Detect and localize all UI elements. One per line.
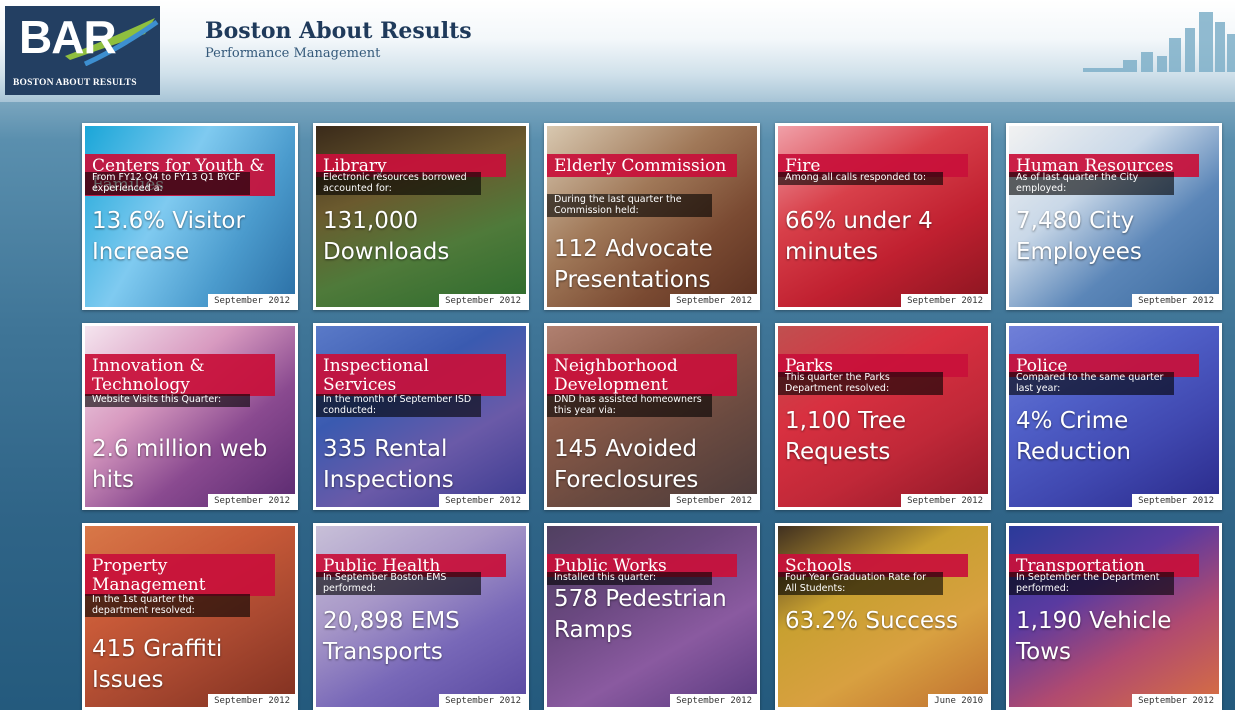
- tile-property-management[interactable]: Property Management In the 1st quarter t…: [82, 523, 298, 710]
- tile-description: In the month of September ISD conducted:: [316, 394, 481, 417]
- skyline-graphic: [1083, 12, 1235, 72]
- tile-date: September 2012: [670, 694, 757, 707]
- tile-police[interactable]: Police Compared to the same quarter last…: [1006, 323, 1222, 510]
- tile-value: 20,898 EMS Transports: [323, 608, 460, 665]
- tile-date: September 2012: [1132, 694, 1219, 707]
- department-tile-grid: Centers for Youth & Families From FY12 Q…: [82, 123, 1222, 710]
- tile-description: From FY12 Q4 to FY13 Q1 BYCF experienced…: [85, 172, 250, 195]
- tile-description: This quarter the Parks Department resolv…: [778, 372, 943, 395]
- tile-title: Elderly Commission: [547, 154, 737, 177]
- tile-date: September 2012: [901, 494, 988, 507]
- tile-description: Electronic resources borrowed accounted …: [316, 172, 481, 195]
- tile-public-works[interactable]: Public Works Installed this quarter: 578…: [544, 523, 760, 710]
- tile-description: In September Boston EMS performed:: [316, 572, 481, 595]
- tile-title: Neighborhood Development: [547, 354, 737, 396]
- logo-mark: BAR: [19, 11, 117, 63]
- tile-date: September 2012: [1132, 494, 1219, 507]
- tile-parks[interactable]: Parks This quarter the Parks Department …: [775, 323, 991, 510]
- tile-title: Innovation & Technology: [85, 354, 275, 396]
- bar-logo[interactable]: BAR BOSTON ABOUT RESULTS: [5, 6, 160, 95]
- tile-centers-for-youth-families[interactable]: Centers for Youth & Families From FY12 Q…: [82, 123, 298, 310]
- tile-value: 4% Crime Reduction: [1016, 408, 1131, 465]
- tile-title: Inspectional Services: [316, 354, 506, 396]
- tile-value: 578 Pedestrian Ramps: [554, 586, 727, 643]
- tile-innovation-technology[interactable]: Innovation & Technology Website Visits t…: [82, 323, 298, 510]
- tile-date: September 2012: [208, 694, 295, 707]
- tile-description: As of last quarter the City employed:: [1009, 172, 1174, 195]
- tile-description: During the last quarter the Commission h…: [547, 194, 712, 217]
- tile-description: Among all calls responded to:: [778, 172, 943, 185]
- logo-text: BOSTON ABOUT RESULTS: [13, 78, 137, 88]
- tile-description: In the 1st quarter the department resolv…: [85, 594, 250, 617]
- site-subtitle: Performance Management: [205, 46, 381, 61]
- tile-date: September 2012: [901, 294, 988, 307]
- tile-schools[interactable]: Schools Four Year Graduation Rate for Al…: [775, 523, 991, 710]
- tile-value: 1,100 Tree Requests: [785, 408, 907, 465]
- tile-value: 145 Avoided Foreclosures: [554, 436, 699, 493]
- tile-description: DND has assisted homeowners this year vi…: [547, 394, 712, 417]
- tile-date: September 2012: [208, 494, 295, 507]
- tile-value: 2.6 million web hits: [92, 436, 268, 493]
- site-title: Boston About Results: [205, 18, 472, 44]
- tile-neighborhood-development[interactable]: Neighborhood Development DND has assiste…: [544, 323, 760, 510]
- tile-elderly-commission[interactable]: Elderly Commission During the last quart…: [544, 123, 760, 310]
- tile-date: September 2012: [208, 294, 295, 307]
- tile-date: September 2012: [439, 494, 526, 507]
- tile-date: September 2012: [1132, 294, 1219, 307]
- tile-inspectional-services[interactable]: Inspectional Services In the month of Se…: [313, 323, 529, 510]
- tile-date: June 2010: [928, 694, 988, 707]
- tile-human-resources[interactable]: Human Resources As of last quarter the C…: [1006, 123, 1222, 310]
- tile-value: 63.2% Success: [785, 608, 958, 634]
- tile-transportation[interactable]: Transportation In September the Departme…: [1006, 523, 1222, 710]
- tile-description: Four Year Graduation Rate for All Studen…: [778, 572, 943, 595]
- tile-date: September 2012: [670, 294, 757, 307]
- tile-description: Installed this quarter:: [547, 572, 712, 585]
- site-header: BAR BOSTON ABOUT RESULTS Boston About Re…: [0, 0, 1235, 102]
- tile-value: 13.6% Visitor Increase: [92, 208, 245, 265]
- tile-date: September 2012: [670, 494, 757, 507]
- tile-fire[interactable]: Fire Among all calls responded to: 66% u…: [775, 123, 991, 310]
- tile-public-health[interactable]: Public Health In September Boston EMS pe…: [313, 523, 529, 710]
- tile-date: September 2012: [439, 294, 526, 307]
- tile-value: 7,480 City Employees: [1016, 208, 1142, 265]
- tile-value: 112 Advocate Presentations: [554, 236, 713, 293]
- tile-library[interactable]: Library Electronic resources borrowed ac…: [313, 123, 529, 310]
- tile-value: 415 Graffiti Issues: [92, 636, 223, 693]
- tile-description: Compared to the same quarter last year:: [1009, 372, 1174, 395]
- tile-date: September 2012: [439, 694, 526, 707]
- tile-value: 1,190 Vehicle Tows: [1016, 608, 1172, 665]
- tile-value: 131,000 Downloads: [323, 208, 450, 265]
- tile-title: Property Management: [85, 554, 275, 596]
- tile-description: In September the Department performed:: [1009, 572, 1174, 595]
- tile-value: 66% under 4 minutes: [785, 208, 933, 265]
- tile-description: Website Visits this Quarter:: [85, 394, 250, 407]
- tile-value: 335 Rental Inspections: [323, 436, 454, 493]
